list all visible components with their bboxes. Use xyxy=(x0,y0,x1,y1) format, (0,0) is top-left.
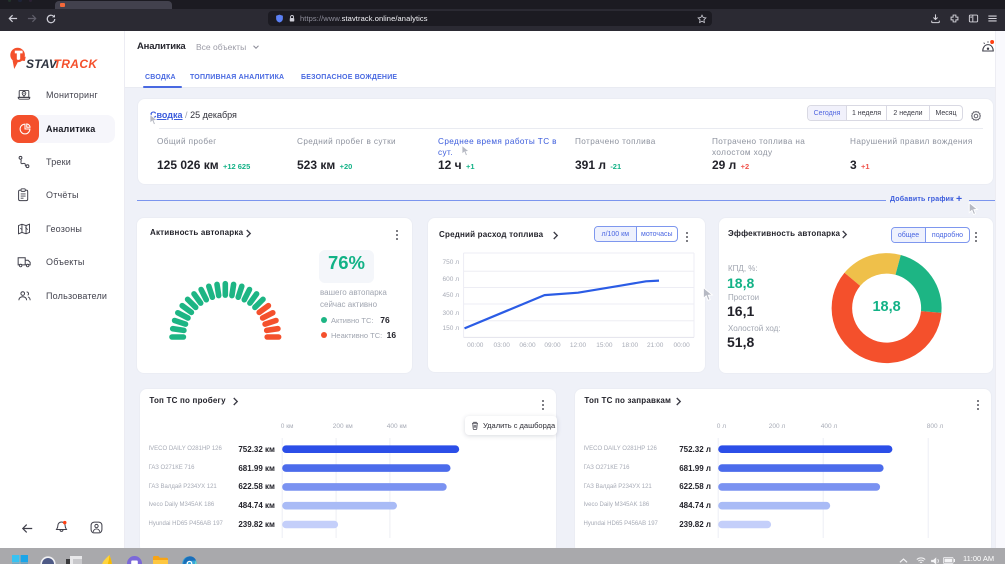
svg-text:TRACK: TRACK xyxy=(54,57,99,71)
